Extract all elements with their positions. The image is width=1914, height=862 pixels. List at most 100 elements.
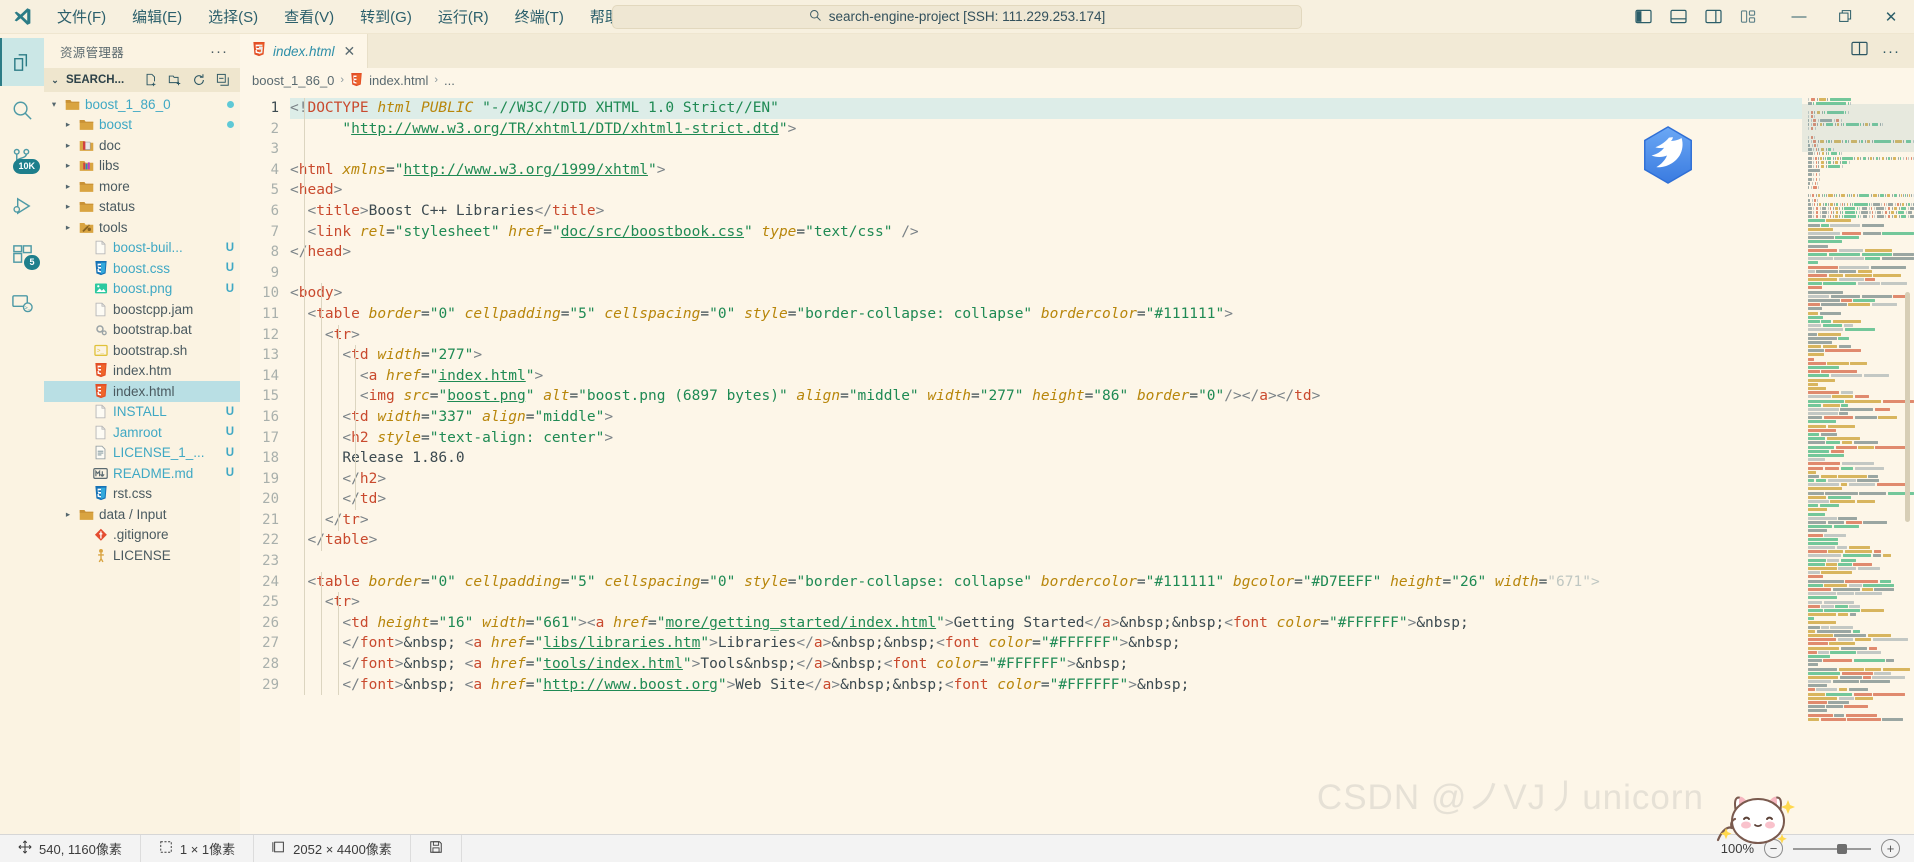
code-line[interactable]: <img src="boost.png" alt="boost.png (689… <box>290 386 1802 407</box>
chevron-right-icon[interactable]: ▸ <box>62 160 74 171</box>
chevron-down-icon[interactable]: ⌄ <box>48 75 62 86</box>
refresh-icon[interactable] <box>191 73 206 88</box>
status-save-state[interactable] <box>411 835 462 862</box>
code-line[interactable]: <title>Boost C++ Libraries</title> <box>290 201 1802 222</box>
toggle-panel-icon[interactable] <box>1669 7 1688 26</box>
new-folder-icon[interactable] <box>167 73 182 88</box>
tree-item-gitignore[interactable]: .gitignore <box>44 525 240 546</box>
tree-item-index-htm[interactable]: index.htm <box>44 361 240 382</box>
activity-search[interactable] <box>0 86 44 134</box>
breadcrumb-item-file[interactable]: index.html <box>369 73 428 88</box>
code-line[interactable]: <a href="index.html"> <box>290 366 1802 387</box>
activity-extensions[interactable]: 5 <box>0 230 44 278</box>
code-line[interactable]: "http://www.w3.org/TR/xhtml1/DTD/xhtml1-… <box>290 119 1802 140</box>
code-line[interactable]: <td width="337" align="middle"> <box>290 407 1802 428</box>
code-line[interactable]: </font>&nbsp; <a href="libs/libraries.ht… <box>290 633 1802 654</box>
tree-item-license-1[interactable]: LICENSE_1_... U <box>44 443 240 464</box>
chevron-right-icon[interactable]: ▸ <box>62 201 74 212</box>
tree-item-boost[interactable]: ▸ boost <box>44 115 240 136</box>
menu-view[interactable]: 查看(V) <box>271 2 347 31</box>
editor-scrollbar[interactable] <box>1905 292 1910 522</box>
tree-item-data-input[interactable]: ▸ data / Input <box>44 504 240 525</box>
tree-item-boost_1_86_0[interactable]: ▾ boost_1_86_0 <box>44 94 240 115</box>
code-line[interactable]: <table border="0" cellpadding="5" cellsp… <box>290 572 1802 593</box>
collapse-all-icon[interactable] <box>215 73 230 88</box>
menu-run[interactable]: 运行(R) <box>425 2 502 31</box>
minimap[interactable] <box>1802 92 1914 846</box>
tree-item-more[interactable]: ▸ more <box>44 176 240 197</box>
code-line[interactable] <box>290 263 1802 284</box>
tree-item-readme-md[interactable]: README.md U <box>44 463 240 484</box>
window-restore-button[interactable] <box>1822 0 1868 34</box>
tree-item-boost-css[interactable]: boost.css U <box>44 258 240 279</box>
menu-terminal[interactable]: 终端(T) <box>502 2 577 31</box>
code-line[interactable]: </font>&nbsp; <a href="tools/index.html"… <box>290 654 1802 675</box>
activity-source-control[interactable]: 10K <box>0 134 44 182</box>
window-minimize-button[interactable]: — <box>1776 0 1822 34</box>
activity-explorer[interactable] <box>0 38 44 86</box>
quick-open-bar[interactable]: search-engine-project [SSH: 111.229.253.… <box>612 5 1302 29</box>
split-editor-icon[interactable] <box>1851 41 1868 61</box>
customize-layout-icon[interactable] <box>1739 7 1758 26</box>
code-line[interactable]: <tr> <box>290 592 1802 613</box>
code-line[interactable]: <html xmlns="http://www.w3.org/1999/xhtm… <box>290 160 1802 181</box>
code-viewport[interactable]: 1 2 3 4 5 6 7 8 9 10 11 12 13 14 15 16 17 18 19 20 21 22 23 24 2… <box>240 92 1914 846</box>
chevron-right-icon[interactable]: ▸ <box>62 181 74 192</box>
chevron-right-icon[interactable]: ▸ <box>62 140 74 151</box>
code-line[interactable]: <link rel="stylesheet" href="doc/src/boo… <box>290 222 1802 243</box>
tree-item-doc[interactable]: ▸ doc <box>44 135 240 156</box>
chevron-right-icon[interactable]: ▸ <box>62 509 74 520</box>
code-line[interactable]: </td> <box>290 489 1802 510</box>
code-line[interactable]: </font>&nbsp; <a href="http://www.boost.… <box>290 675 1802 696</box>
new-file-icon[interactable] <box>143 73 158 88</box>
code-line[interactable]: <!DOCTYPE html PUBLIC "-//W3C//DTD XHTML… <box>290 98 1802 119</box>
tree-item-bootstrap-sh[interactable]: >_ bootstrap.sh <box>44 340 240 361</box>
sidebar-more-actions-icon[interactable]: ··· <box>210 43 232 60</box>
zoom-in-button[interactable]: + <box>1881 839 1900 858</box>
tree-item-jamroot[interactable]: Jamroot U <box>44 422 240 443</box>
code-line[interactable]: <head> <box>290 180 1802 201</box>
more-actions-icon[interactable]: ··· <box>1882 43 1900 60</box>
tree-item-install[interactable]: INSTALL U <box>44 402 240 423</box>
chevron-right-icon[interactable]: ▸ <box>62 222 74 233</box>
breadcrumb-item-symbol[interactable]: ... <box>444 73 455 88</box>
file-tree[interactable]: ▾ boost_1_86_0 ▸ boost ▸ doc ▸ libs ▸ more ▸ status… <box>44 92 240 846</box>
code-line[interactable]: </table> <box>290 530 1802 551</box>
code-line[interactable]: <tr> <box>290 325 1802 346</box>
code-line[interactable]: <td width="277"> <box>290 345 1802 366</box>
tab-close-icon[interactable]: ✕ <box>342 43 358 60</box>
code-line[interactable]: <body> <box>290 283 1802 304</box>
code-content[interactable]: <!DOCTYPE html PUBLIC "-//W3C//DTD XHTML… <box>290 92 1802 846</box>
menu-selection[interactable]: 选择(S) <box>195 2 271 31</box>
tree-item-bootstrap-bat[interactable]: bootstrap.bat <box>44 320 240 341</box>
tree-item-status[interactable]: ▸ status <box>44 197 240 218</box>
code-line[interactable] <box>290 139 1802 160</box>
code-line[interactable]: <h2 style="text-align: center"> <box>290 428 1802 449</box>
chevron-down-icon[interactable]: ▾ <box>48 99 60 110</box>
tree-item-rst-css[interactable]: rst.css <box>44 484 240 505</box>
menu-go[interactable]: 转到(G) <box>347 2 425 31</box>
tree-item-tools[interactable]: ▸ tools <box>44 217 240 238</box>
code-line[interactable]: </tr> <box>290 510 1802 531</box>
explorer-section-header[interactable]: ⌄ SEARCH... <box>44 68 240 92</box>
minimap-slider[interactable] <box>1802 104 1914 152</box>
code-line[interactable]: </head> <box>290 242 1802 263</box>
activity-run-debug[interactable] <box>0 182 44 230</box>
code-line[interactable] <box>290 551 1802 572</box>
activity-remote-explorer[interactable]: >_ <box>0 278 44 326</box>
tree-item-boost-build[interactable]: boost-buil... U <box>44 238 240 259</box>
toggle-secondary-sidebar-icon[interactable] <box>1704 7 1723 26</box>
tree-item-boostcpp-jam[interactable]: boostcpp.jam <box>44 299 240 320</box>
toggle-primary-sidebar-icon[interactable] <box>1634 7 1653 26</box>
tree-item-index-html[interactable]: index.html <box>44 381 240 402</box>
menu-edit[interactable]: 编辑(E) <box>119 2 195 31</box>
chevron-right-icon[interactable]: ▸ <box>62 119 74 130</box>
code-line[interactable]: Release 1.86.0 <box>290 448 1802 469</box>
code-line[interactable]: </h2> <box>290 469 1802 490</box>
breadcrumb-item-folder[interactable]: boost_1_86_0 <box>252 73 334 88</box>
menu-file[interactable]: 文件(F) <box>44 2 119 31</box>
tab-index-html[interactable]: index.html ✕ <box>240 34 368 68</box>
code-line[interactable]: <table border="0" cellpadding="5" cellsp… <box>290 304 1802 325</box>
tree-item-boost-png[interactable]: boost.png U <box>44 279 240 300</box>
window-close-button[interactable]: ✕ <box>1868 0 1914 34</box>
